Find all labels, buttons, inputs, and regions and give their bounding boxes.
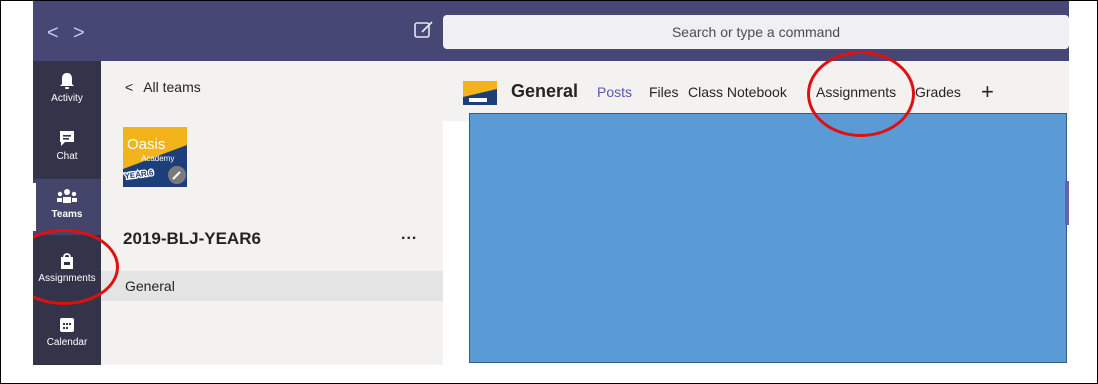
team-logo[interactable]: Oasis Academy YEAR 6 (123, 127, 187, 187)
rail-item-label: Teams (51, 209, 83, 220)
logo-text-oasis: Oasis (127, 136, 165, 153)
calendar-icon (60, 318, 74, 332)
search-input[interactable]: Search or type a command (443, 15, 1069, 49)
channel-header: General Posts Files Class Notebook Assig… (443, 61, 1069, 121)
rail-item-teams[interactable]: Teams (33, 179, 101, 235)
annotation-circle-assignments-tab (807, 51, 915, 137)
teams-icon (57, 189, 77, 203)
screenshot-frame: < > Search or type a command Activity Ch… (0, 0, 1098, 384)
back-arrow-icon[interactable]: < (47, 23, 59, 43)
rail-item-chat[interactable]: Chat (33, 121, 101, 177)
rail-item-activity[interactable]: Activity (33, 63, 101, 119)
add-tab-icon[interactable]: + (981, 79, 994, 105)
rail-item-label: Chat (56, 151, 78, 162)
all-teams-link[interactable]: < All teams (125, 79, 201, 95)
all-teams-label: All teams (143, 79, 201, 95)
more-options-icon[interactable]: ... (401, 226, 417, 244)
rail-item-calendar[interactable]: Calendar (33, 309, 101, 365)
channel-label: General (125, 278, 175, 294)
chat-icon (60, 131, 74, 146)
bell-icon (60, 73, 74, 89)
scrollbar-thumb[interactable] (1065, 181, 1069, 225)
channel-title: General (511, 81, 579, 101)
tab-files[interactable]: Files (649, 84, 679, 100)
teams-window: < > Search or type a command Activity Ch… (33, 1, 1069, 365)
tab-posts[interactable]: Posts (597, 84, 632, 100)
rail-item-label: Activity (51, 93, 83, 104)
posts-content (443, 113, 1069, 365)
top-bar: < > Search or type a command (33, 1, 1069, 61)
team-name: 2019-BLJ-YEAR6 (123, 229, 261, 248)
team-panel: < All teams Oasis Academy YEAR 6 2019-BLJ… (101, 61, 443, 365)
rail-item-label: Calendar (46, 337, 88, 348)
channel-team-logo (463, 81, 497, 105)
compose-icon[interactable] (413, 19, 435, 41)
channel-item-general[interactable]: General (101, 271, 443, 301)
tab-grades[interactable]: Grades (915, 84, 961, 100)
app-rail: Activity Chat Teams Assignments Calendar (33, 61, 101, 365)
forward-arrow-icon[interactable]: > (73, 23, 85, 43)
redaction-block (469, 113, 1067, 363)
tab-class-notebook[interactable]: Class Notebook (688, 84, 787, 100)
chevron-left-icon: < (125, 79, 134, 95)
logo-text-academy: Academy (141, 154, 174, 163)
